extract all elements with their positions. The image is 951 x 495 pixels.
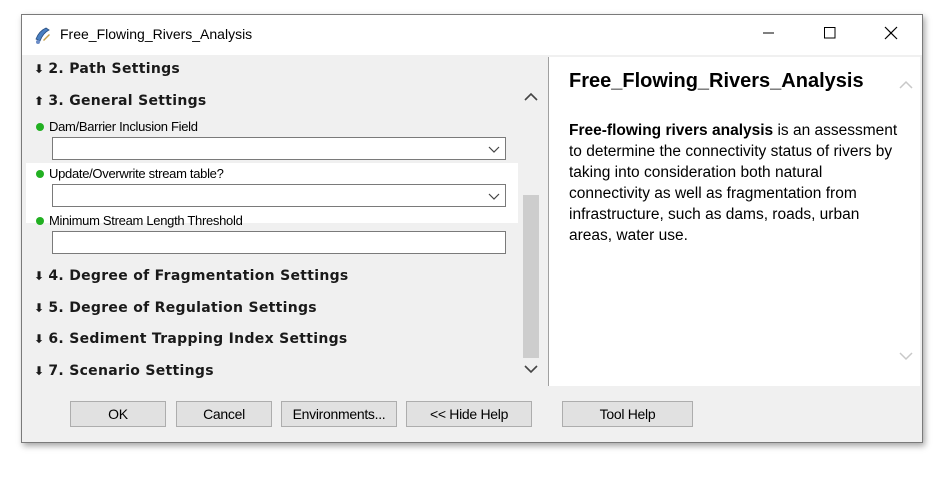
scroll-down-button[interactable] — [520, 359, 542, 381]
maximize-icon — [824, 26, 836, 44]
help-description-text: is an assessment to determine the connec… — [569, 122, 898, 244]
chevron-up-double-icon: ⬆ — [34, 94, 45, 108]
chevron-down-icon[interactable] — [487, 189, 501, 203]
field-label-text: Dam/Barrier Inclusion Field — [49, 119, 198, 134]
title-bar[interactable]: Free_Flowing_Rivers_Analysis — [22, 15, 922, 55]
help-title: Free_Flowing_Rivers_Analysis — [569, 70, 864, 92]
section-sediment-trapping-index[interactable]: ⬇ 6. Sediment Trapping Index Settings — [34, 331, 348, 347]
section-label: 5. Degree of Regulation Settings — [48, 300, 317, 316]
chevron-down-double-icon: ⬇ — [34, 62, 45, 76]
minimize-button[interactable] — [746, 15, 792, 55]
scroll-up-button[interactable] — [520, 87, 542, 109]
environments-button[interactable]: Environments... — [281, 401, 397, 427]
section-label: 7. Scenario Settings — [48, 363, 214, 379]
close-icon — [884, 26, 898, 45]
section-label: 3. General Settings — [48, 93, 207, 109]
chevron-down-double-icon: ⬇ — [34, 332, 45, 346]
cancel-button[interactable]: Cancel — [176, 401, 272, 427]
parameters-pane: ⬇ 2. Path Settings ⬆ 3. General Settings D… — [26, 57, 544, 386]
field-label-text: Update/Overwrite stream table? — [49, 166, 224, 181]
required-dot-icon — [36, 122, 44, 131]
help-scroll-down-icon[interactable] — [898, 348, 914, 364]
field-label-update-overwrite: Update/Overwrite stream table? — [36, 166, 224, 181]
chevron-down-double-icon: ⬇ — [34, 364, 45, 378]
parameters-scrollbar[interactable] — [520, 57, 542, 386]
section-general-settings[interactable]: ⬆ 3. General Settings — [34, 93, 207, 109]
field-label-dam-barrier: Dam/Barrier Inclusion Field — [36, 119, 198, 134]
minimize-icon — [763, 26, 775, 44]
dam-barrier-inclusion-field-dropdown[interactable] — [52, 137, 506, 160]
field-label-min-stream-length: Minimum Stream Length Threshold — [36, 213, 243, 228]
help-description: Free-flowing rivers analysis is an asses… — [569, 120, 899, 246]
section-path-settings[interactable]: ⬇ 2. Path Settings — [34, 61, 180, 77]
chevron-down-icon[interactable] — [487, 142, 501, 156]
help-description-bold: Free-flowing rivers analysis — [569, 122, 774, 139]
hide-help-button[interactable]: << Hide Help — [406, 401, 532, 427]
section-degree-of-fragmentation[interactable]: ⬇ 4. Degree of Fragmentation Settings — [34, 268, 349, 284]
chevron-down-double-icon: ⬇ — [34, 269, 45, 283]
help-scroll-up-icon[interactable] — [898, 77, 914, 93]
parameters-list: ⬇ 2. Path Settings ⬆ 3. General Settings D… — [26, 57, 518, 386]
arcgis-tool-icon — [34, 25, 52, 45]
chevron-down-double-icon: ⬇ — [34, 301, 45, 315]
section-degree-of-regulation[interactable]: ⬇ 5. Degree of Regulation Settings — [34, 300, 317, 316]
field-label-text: Minimum Stream Length Threshold — [49, 213, 243, 228]
section-label: 2. Path Settings — [48, 61, 181, 77]
section-label: 4. Degree of Fragmentation Settings — [48, 268, 349, 284]
window-title: Free_Flowing_Rivers_Analysis — [60, 26, 253, 42]
scrollbar-thumb[interactable] — [523, 195, 539, 358]
minimum-stream-length-threshold-input[interactable] — [52, 231, 506, 254]
required-dot-icon — [36, 216, 44, 225]
close-button[interactable] — [868, 15, 914, 55]
section-label: 6. Sediment Trapping Index Settings — [48, 331, 348, 347]
help-pane: Free_Flowing_Rivers_Analysis Free-flowin… — [548, 57, 920, 386]
section-scenario-settings[interactable]: ⬇ 7. Scenario Settings — [34, 363, 214, 379]
tool-help-button[interactable]: Tool Help — [562, 401, 693, 427]
ok-button[interactable]: OK — [70, 401, 166, 427]
update-overwrite-stream-table-dropdown[interactable] — [52, 184, 506, 207]
required-dot-icon — [36, 169, 44, 178]
maximize-button[interactable] — [807, 15, 853, 55]
chevron-up-icon — [524, 89, 538, 107]
tool-dialog-window: Free_Flowing_Rivers_Analysis ⬇ 2. Path Se… — [21, 14, 923, 443]
chevron-down-icon — [524, 361, 538, 379]
